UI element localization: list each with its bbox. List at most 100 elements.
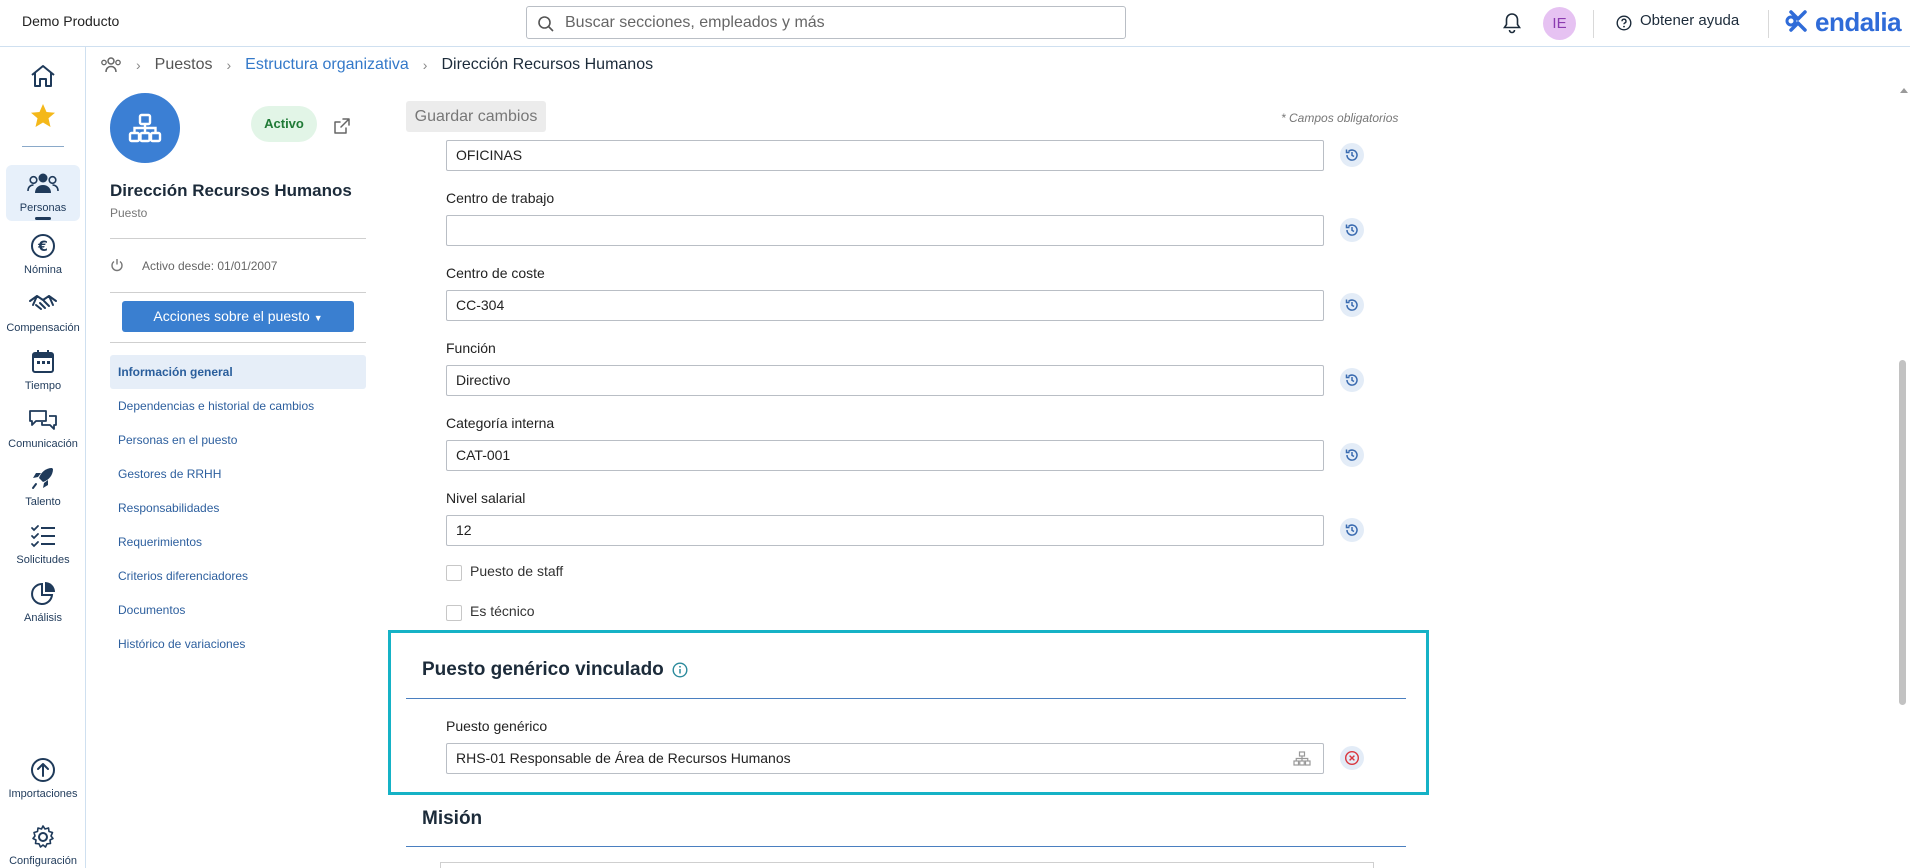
help-label: Obtener ayuda [1640,12,1740,29]
nav-label: Compensación [6,322,80,334]
nav-nomina[interactable]: € Nómina [0,233,86,276]
section-divider [406,846,1406,847]
nav-solicitudes[interactable]: Solicitudes [0,523,86,566]
status-badge: Activo [251,106,317,142]
field-label-puesto-generico: Puesto genérico [446,718,548,734]
calendar-icon [32,350,54,373]
divider [1593,10,1594,38]
required-note: * Campos obligatorios [1281,111,1399,125]
puesto-generico-input[interactable]: RHS-01 Responsable de Área de Recursos H… [446,743,1324,774]
field-label-centro-trabajo: Centro de trabajo [446,190,555,206]
rocket-icon [32,468,53,489]
nav-compensacion[interactable]: Compensación [0,291,86,334]
search-input[interactable]: Buscar secciones, empleados y más [526,6,1126,39]
es-tecnico-checkbox[interactable] [446,605,462,621]
history-button[interactable] [1340,518,1364,542]
menu-item-criterios[interactable]: Criterios diferenciadores [110,559,366,593]
chevron-right-icon: › [136,57,141,73]
breadcrumb: › Puestos › Estructura organizativa › Di… [100,56,653,74]
history-button[interactable] [1340,368,1364,392]
position-avatar [110,93,180,163]
active-since: Activo desde: 01/01/2007 [110,259,277,273]
history-button[interactable] [1340,443,1364,467]
divider [110,292,366,293]
history-icon [1345,224,1358,236]
puesto-staff-checkbox[interactable] [446,565,462,581]
nav-comunicacion[interactable]: Comunicación [0,407,86,450]
menu-item-documentos[interactable]: Documentos [110,593,366,627]
menu-item-personas[interactable]: Personas en el puesto [110,423,366,457]
search-placeholder: Buscar secciones, empleados y más [565,14,825,31]
nav-tiempo[interactable]: Tiempo [0,349,86,392]
checkbox-label: Es técnico [470,603,535,619]
menu-item-responsabilidades[interactable]: Responsabilidades [110,491,366,525]
history-icon [1345,299,1358,311]
field-label-centro-coste: Centro de coste [446,265,545,281]
org-chart-picker-icon[interactable] [1293,751,1311,772]
history-icon [1345,524,1358,536]
history-icon [1345,149,1358,161]
nav-personas[interactable]: Personas [6,165,80,221]
nivel-salarial-input[interactable]: 12 [446,515,1324,546]
save-button[interactable]: Guardar cambios [406,101,546,132]
menu-item-historico[interactable]: Histórico de variaciones [110,627,366,661]
endalia-logo[interactable]: endalia [1783,6,1902,38]
help-icon [1616,15,1632,31]
avatar[interactable]: IE [1543,7,1576,40]
pie-chart-icon [31,582,55,605]
euro-icon: € [31,234,55,258]
clear-button[interactable] [1340,746,1364,770]
nav-talento[interactable]: Talento [0,465,86,508]
menu-item-requerimientos[interactable]: Requerimientos [110,525,366,559]
history-icon [1345,374,1358,386]
people-icon [27,173,59,193]
breadcrumb-puestos[interactable]: Puestos [155,56,213,74]
top-bar: Demo Producto Buscar secciones, empleado… [0,0,1910,47]
breadcrumb-current: Dirección Recursos Humanos [441,56,654,73]
centro-trabajo-input[interactable] [446,215,1324,246]
chevron-right-icon: › [422,57,428,73]
nav-favorites[interactable] [0,103,86,132]
field-label-categoria: Categoría interna [446,415,555,431]
position-actions-button[interactable]: Acciones sobre el puesto ▼ [122,301,354,332]
nav-configuracion[interactable]: Configuración [0,824,86,867]
mission-editor-toolbar [440,862,1374,868]
nav-analisis[interactable]: Análisis [0,581,86,624]
upload-icon [31,758,55,782]
history-button[interactable] [1340,218,1364,242]
position-title: Dirección Recursos Humanos [110,181,352,200]
people-icon[interactable] [100,56,122,74]
info-icon[interactable] [672,662,688,683]
logo-text: endalia [1815,7,1902,37]
nav-importaciones[interactable]: Importaciones [0,757,86,800]
centro-coste-input[interactable]: CC-304 [446,290,1324,321]
chevron-right-icon: › [226,57,232,73]
scroll-up-arrow[interactable] [1900,88,1908,93]
active-since-text: Activo desde: 01/01/2007 [142,259,278,273]
actions-label: Acciones sobre el puesto [153,308,310,324]
bell-icon[interactable] [1502,12,1522,39]
field-label-funcion: Función [446,340,496,356]
help-button[interactable]: Obtener ayuda [1616,12,1740,31]
history-button[interactable] [1340,143,1364,167]
external-link-icon[interactable] [333,117,351,140]
breadcrumb-estructura[interactable]: Estructura organizativa [245,56,409,74]
history-icon [1345,449,1358,461]
main-nav: Personas € Nómina Compensación Tiempo Co… [0,47,86,868]
gear-icon [32,825,54,848]
search-icon [538,16,554,32]
position-subtitle: Puesto [110,206,148,220]
scrollbar-thumb[interactable] [1899,360,1906,705]
nav-label: Comunicación [8,438,78,450]
categoria-input[interactable]: CAT-001 [446,440,1324,471]
history-button[interactable] [1340,293,1364,317]
field-input-oficinas[interactable]: OFICINAS [446,140,1324,171]
section-menu: Información general Dependencias e histo… [110,355,366,661]
menu-item-dependencias[interactable]: Dependencias e historial de cambios [110,389,366,423]
divider [110,238,366,239]
menu-item-gestores[interactable]: Gestores de RRHH [110,457,366,491]
app-name[interactable]: Demo Producto [22,13,119,29]
funcion-input[interactable]: Directivo [446,365,1324,396]
nav-home[interactable] [0,63,86,92]
menu-item-informacion-general[interactable]: Información general [110,355,366,389]
